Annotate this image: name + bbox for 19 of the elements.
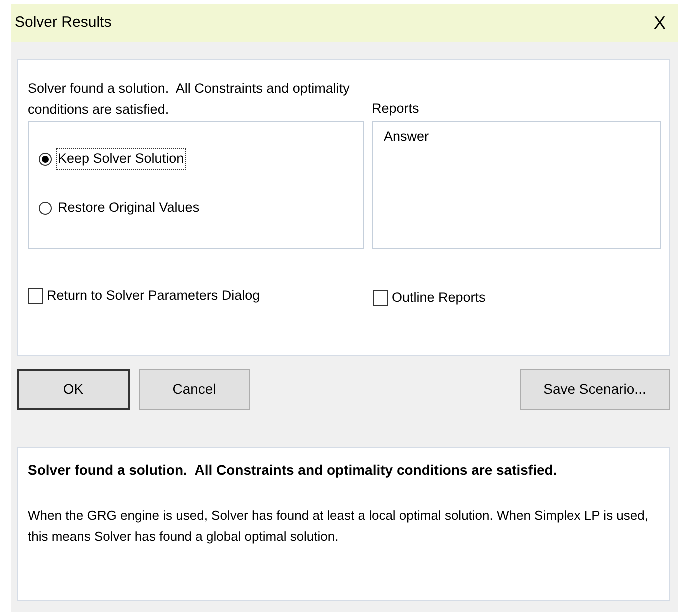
option-label[interactable]: Keep Solver Solution	[56, 148, 186, 170]
radio-button[interactable]	[39, 152, 52, 166]
checkbox[interactable]	[28, 288, 43, 304]
ok-button[interactable]: OK	[17, 369, 130, 410]
option-label[interactable]: Restore Original Values	[56, 197, 202, 220]
window-title: Solver Results	[15, 12, 112, 33]
details-heading: Solver found a solution. All Constraints and optimality conditions are satisfied.	[28, 461, 558, 480]
checkbox-label[interactable]: Outline Reports	[392, 288, 486, 308]
report-item[interactable]: Answer	[384, 127, 649, 148]
result-message: Solver found a solution. All Constraints and optimality conditions are satisfied.	[28, 80, 351, 119]
radio-button[interactable]	[39, 202, 52, 215]
save-scenario-button[interactable]: Save Scenario...	[520, 369, 670, 410]
checkbox[interactable]	[373, 290, 388, 306]
close-button[interactable]: X	[652, 14, 668, 32]
reports-list[interactable]: Answer	[372, 121, 661, 249]
reports-label: Reports	[372, 100, 420, 118]
details-text: When the GRG engine is used, Solver has found at least a local optimal solution. When Simplex LP is used, this means Solver has found a global optimal solution.	[28, 507, 650, 546]
cancel-button[interactable]: Cancel	[139, 369, 250, 410]
checkbox-label[interactable]: Return to Solver Parameters Dialog	[47, 286, 260, 306]
